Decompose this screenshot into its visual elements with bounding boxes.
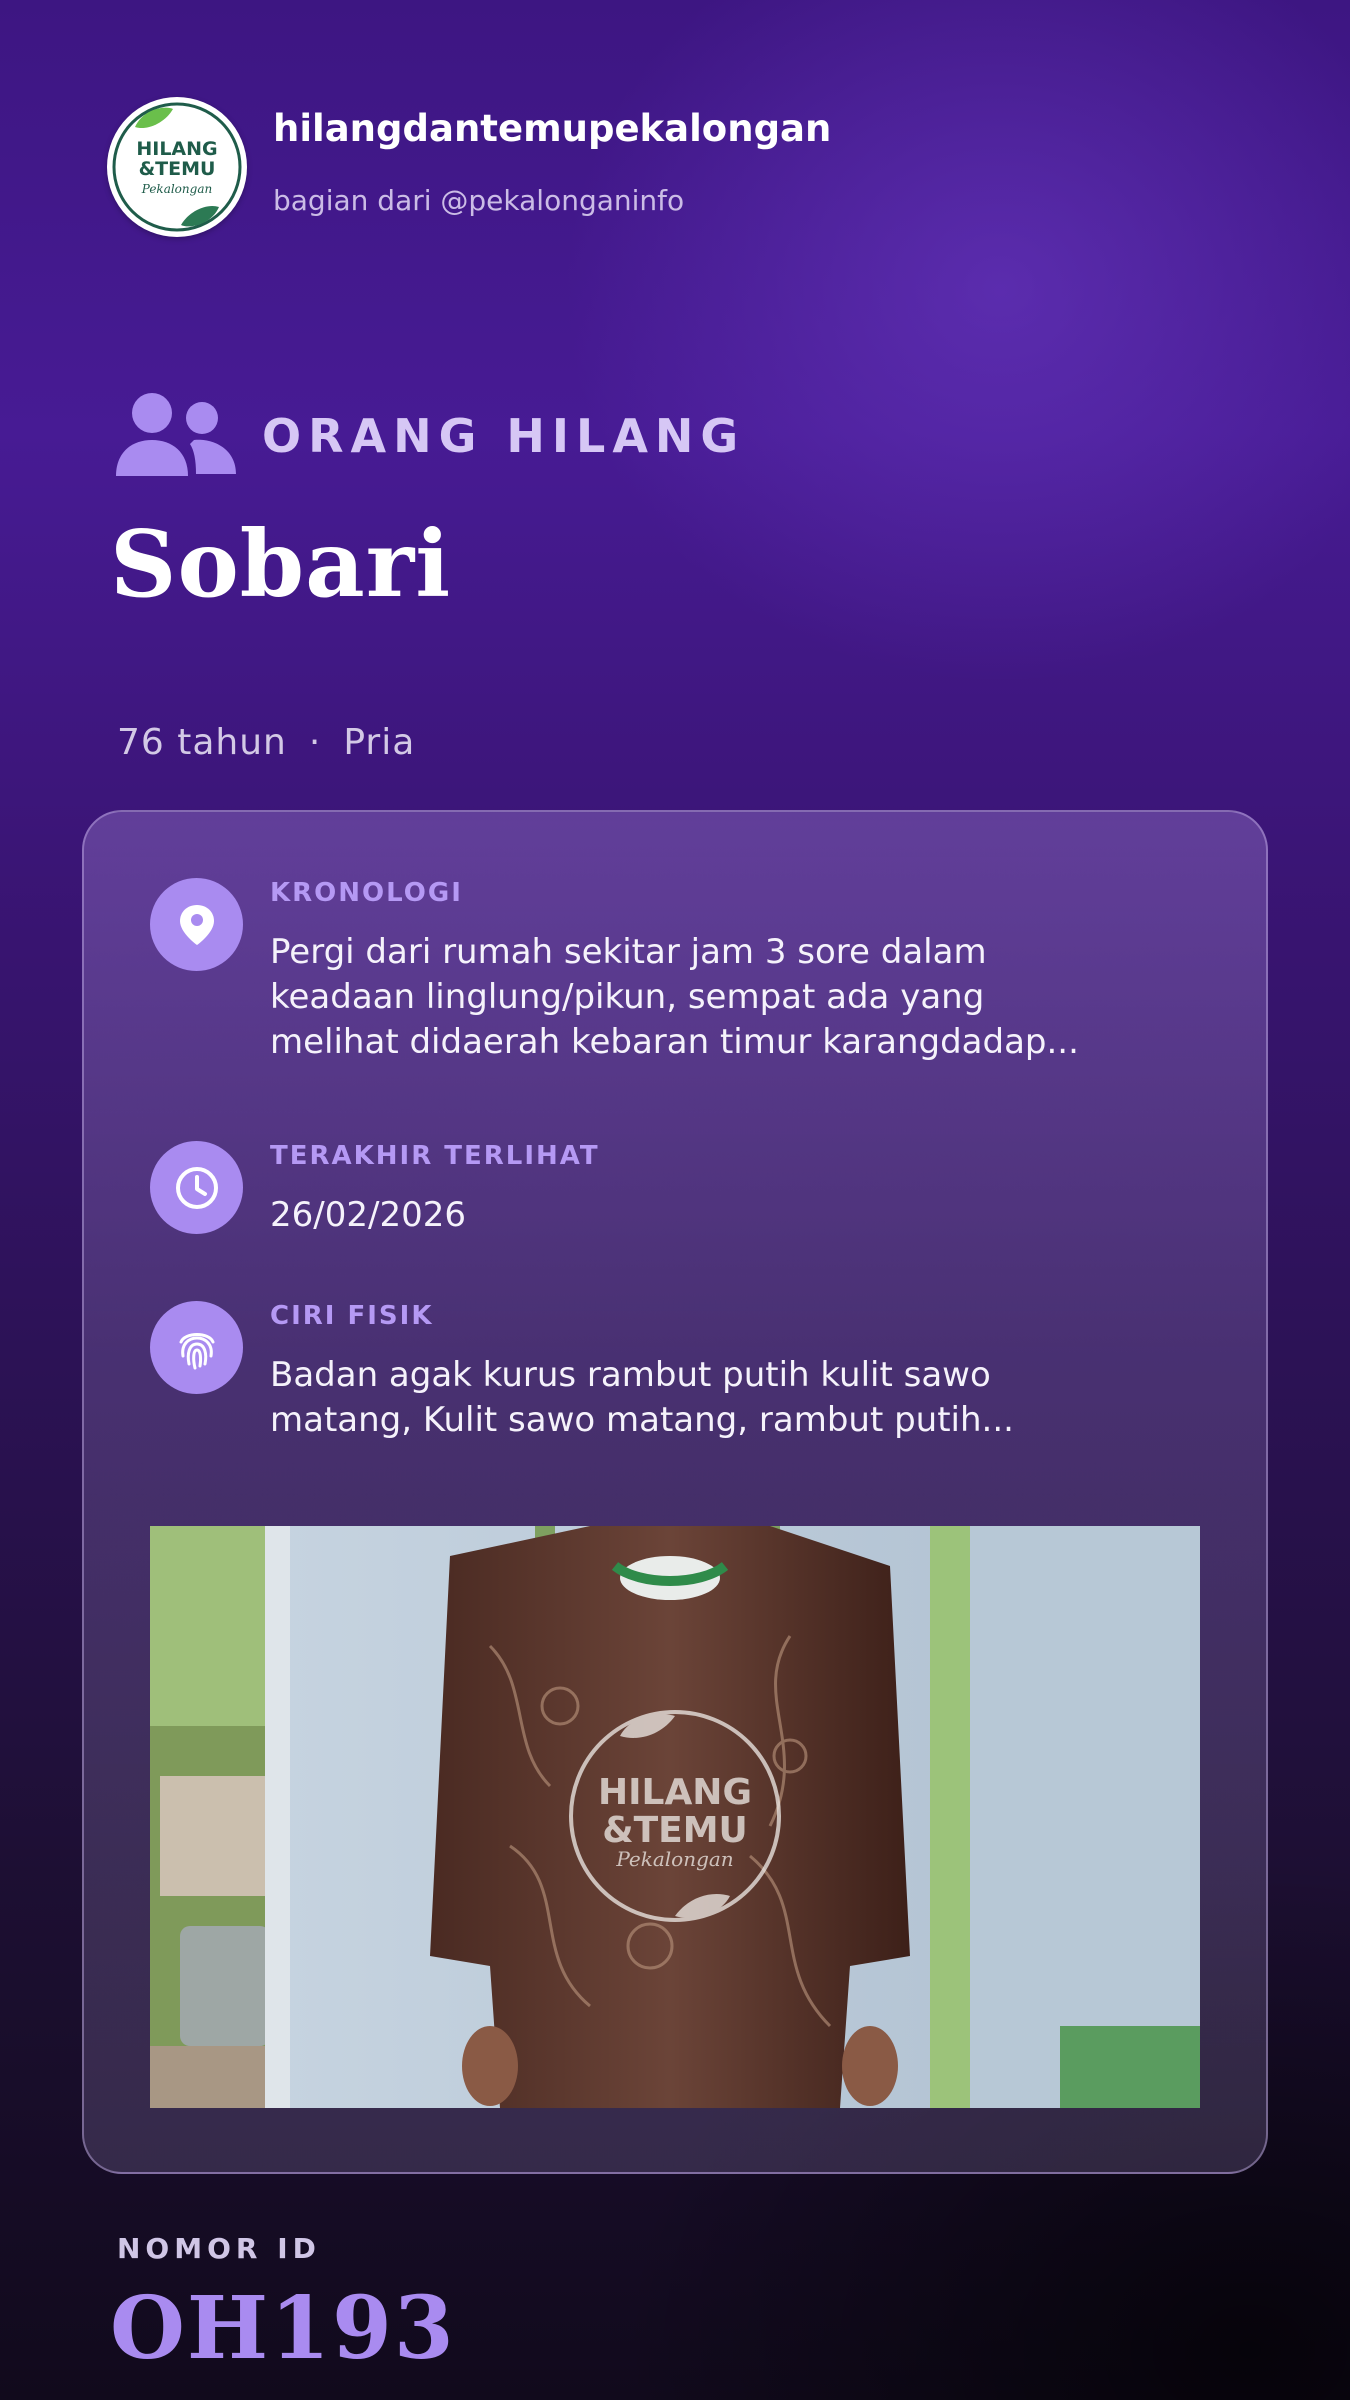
watermark-line2: &TEMU: [602, 1810, 748, 1851]
clock-icon: [150, 1141, 243, 1234]
watermark-line1: HILANG: [598, 1772, 752, 1813]
category-label: ORANG HILANG: [262, 409, 746, 463]
detail-value: 26/02/2026: [270, 1195, 466, 1235]
detail-label: CIRI FISIK: [270, 1301, 434, 1331]
svg-text:Pekalongan: Pekalongan: [141, 182, 212, 196]
id-label: NOMOR ID: [117, 2232, 321, 2265]
map-pin-icon: [150, 878, 243, 971]
person-gender: Pria: [343, 722, 416, 763]
watermark-line3: Pekalongan: [615, 1847, 733, 1871]
users-icon: [116, 393, 236, 476]
detail-row-terakhir-terlihat: TERAKHIR TERLIHAT 26/02/2026: [150, 1141, 1090, 1238]
account-subtitle: bagian dari @pekalonganinfo: [273, 184, 685, 217]
detail-label: KRONOLOGI: [270, 878, 463, 908]
fingerprint-icon: [150, 1301, 243, 1394]
detail-label: TERAKHIR TERLIHAT: [270, 1141, 600, 1171]
details-card: KRONOLOGI Pergi dari rumah sekitar jam 3…: [82, 810, 1268, 2174]
hilang-temu-logo-icon: HILANG &TEMU Pekalongan: [112, 102, 242, 232]
person-age: 76 tahun: [117, 722, 287, 763]
person-name: Sobari: [110, 510, 452, 618]
account-logo[interactable]: HILANG &TEMU Pekalongan: [107, 97, 247, 237]
meta-separator: ·: [308, 722, 322, 763]
detail-value: Badan agak kurus rambut putih kulit sawo…: [270, 1355, 1014, 1440]
detail-value: Pergi dari rumah sekitar jam 3 sore dala…: [270, 932, 1079, 1062]
svg-text:&TEMU: &TEMU: [139, 158, 216, 180]
account-name[interactable]: hilangdantemupekalongan: [273, 107, 831, 150]
id-value: OH193: [110, 2278, 456, 2379]
svg-text:HILANG: HILANG: [136, 138, 217, 160]
detail-row-ciri-fisik: CIRI FISIK Badan agak kurus rambut putih…: [150, 1301, 1090, 1443]
account-header: HILANG &TEMU Pekalongan hilangdantemupek…: [107, 97, 831, 237]
detail-row-kronologi: KRONOLOGI Pergi dari rumah sekitar jam 3…: [150, 878, 1090, 1065]
person-photo[interactable]: HILANG &TEMU Pekalongan: [150, 1526, 1200, 2108]
person-photo-illustration: HILANG &TEMU Pekalongan: [150, 1526, 1200, 2108]
category-heading: ORANG HILANG: [112, 388, 745, 484]
person-meta: 76 tahun · Pria: [117, 722, 415, 763]
